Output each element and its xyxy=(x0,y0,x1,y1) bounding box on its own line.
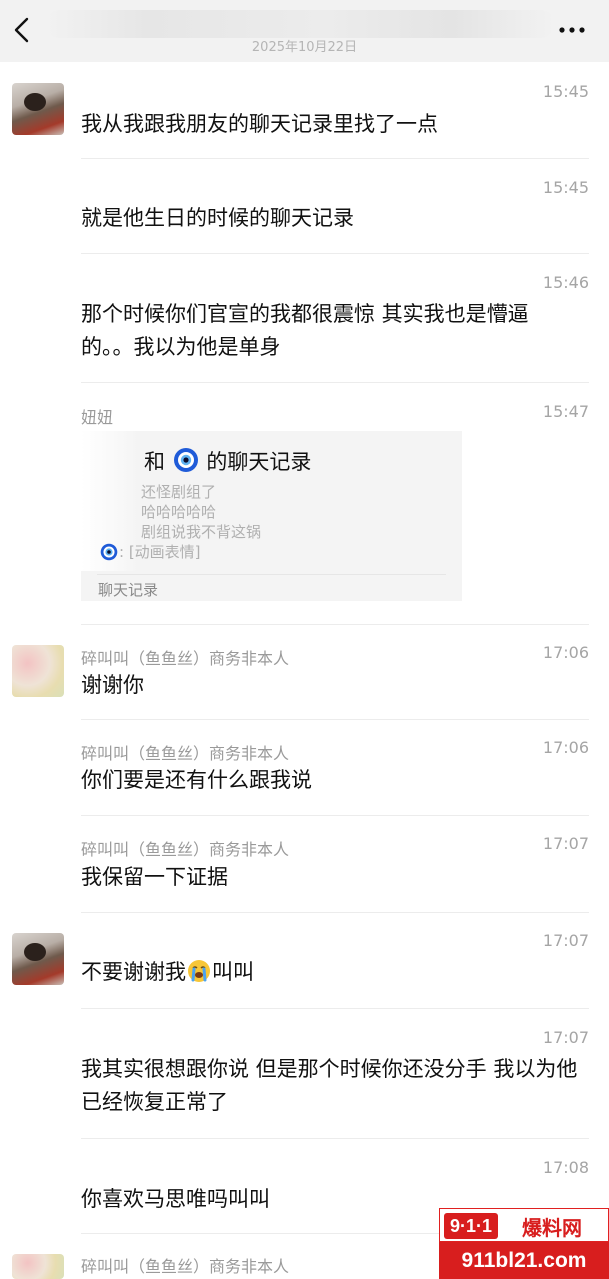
watermark-logo: 9·1·1 xyxy=(444,1213,499,1239)
message-text[interactable]: 我从我跟我朋友的聊天记录里找了一点 xyxy=(81,108,581,141)
message-text[interactable]: 不要谢谢我 叫叫 xyxy=(81,956,581,989)
more-options-icon[interactable] xyxy=(556,22,588,38)
watermark-top: 9·1·1 爆料网 xyxy=(439,1208,609,1242)
card-line: : [动画表情] xyxy=(99,541,201,562)
message-text[interactable]: 你们要是还有什么跟我说 xyxy=(81,764,581,797)
message-time: 17:07 xyxy=(542,931,589,950)
divider xyxy=(81,912,589,913)
crying-face-icon xyxy=(188,960,210,982)
chat-header: 2025年10月22日 xyxy=(0,0,609,62)
message-time: 17:07 xyxy=(542,834,589,853)
avatar[interactable] xyxy=(12,1254,64,1279)
message-text[interactable]: 我其实很想跟你说 但是那个时候你还没分手 我以为他已经恢复正常了 xyxy=(81,1053,591,1119)
message-text[interactable]: 那个时候你们官宣的我都很震惊 其实我也是懵逼的。。我以为他是单身 xyxy=(81,298,571,364)
message-time: 15:45 xyxy=(542,178,589,197)
divider xyxy=(81,158,589,159)
card-footer: 聊天记录 xyxy=(98,581,159,599)
avatar[interactable] xyxy=(12,83,64,135)
message-time: 15:47 xyxy=(542,402,589,421)
sender-name: 碎叫叫（鱼鱼丝）商务非本人 xyxy=(81,744,290,763)
divider xyxy=(81,1008,589,1009)
message-text[interactable]: 就是他生日的时候的聊天记录 xyxy=(81,202,581,235)
sender-name: 妞妞 xyxy=(81,408,114,427)
card-separator xyxy=(97,574,446,575)
divider xyxy=(81,719,589,720)
message-time: 17:06 xyxy=(542,643,589,662)
divider xyxy=(81,382,589,383)
message-time: 17:06 xyxy=(542,738,589,757)
watermark-name: 爆料网 xyxy=(522,1216,582,1240)
evil-eye-icon xyxy=(100,543,118,561)
avatar[interactable] xyxy=(12,645,64,697)
card-title-prefix: 和 xyxy=(144,450,165,474)
message-time: 17:08 xyxy=(542,1158,589,1177)
card-line: 还怪剧组了 xyxy=(141,483,217,501)
message-time: 15:46 xyxy=(542,273,589,292)
divider xyxy=(81,624,589,625)
evil-eye-icon xyxy=(173,448,198,472)
message-text-part: 不要谢谢我 xyxy=(81,960,186,984)
card-title-suffix: 的聊天记录 xyxy=(206,450,312,474)
message-text-part: 叫叫 xyxy=(212,960,254,984)
watermark-url: 911bl21.com xyxy=(439,1242,609,1279)
blurred-chat-title xyxy=(45,10,555,38)
chat-history-card[interactable]: 和 的聊天记录 还怪剧组了 哈哈哈哈哈 剧组说我不背这锅 : [动画表情] 聊天… xyxy=(81,431,462,601)
divider xyxy=(81,253,589,254)
message-time: 15:45 xyxy=(542,82,589,101)
message-time: 17:07 xyxy=(542,1028,589,1047)
message-text[interactable]: 我保留一下证据 xyxy=(81,861,581,894)
card-title: 和 的聊天记录 xyxy=(144,446,311,476)
chat-date: 2025年10月22日 xyxy=(251,40,358,55)
divider xyxy=(81,815,589,816)
sender-name: 碎叫叫（鱼鱼丝）商务非本人 xyxy=(81,649,290,668)
card-line-text: : [动画表情] xyxy=(119,543,201,561)
message-text[interactable]: 谢谢你 xyxy=(81,669,581,702)
divider xyxy=(81,1138,589,1139)
avatar[interactable] xyxy=(12,933,64,985)
watermark: 9·1·1 爆料网 911bl21.com xyxy=(439,1208,609,1279)
card-line: 哈哈哈哈哈 xyxy=(141,503,217,521)
sender-name: 碎叫叫（鱼鱼丝）商务非本人 xyxy=(81,840,290,859)
sender-name: 碎叫叫（鱼鱼丝）商务非本人 xyxy=(81,1257,290,1276)
card-line: 剧组说我不背这锅 xyxy=(141,523,262,541)
